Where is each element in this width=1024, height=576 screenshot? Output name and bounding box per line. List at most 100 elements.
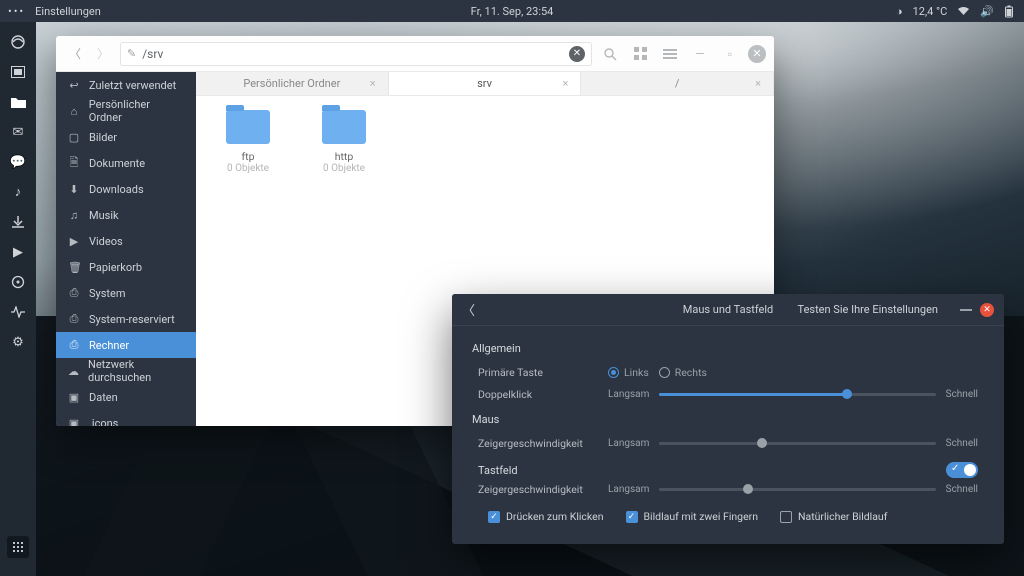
- night-icon[interactable]: ◑: [896, 5, 903, 18]
- search-icon[interactable]: [598, 42, 622, 66]
- label-primary-button: Primäre Taste: [478, 366, 608, 379]
- battery-icon[interactable]: [1004, 5, 1014, 18]
- check-tap-to-click[interactable]: ✓Drücken zum Klicken: [488, 510, 604, 523]
- sidebar-item-label: Daten: [89, 391, 118, 404]
- check-natural-scroll[interactable]: Natürlicher Bildlauf: [780, 510, 887, 523]
- sidebar-item-icon: ↩: [68, 79, 80, 92]
- temperature: 12,4 °C: [913, 5, 948, 18]
- window-maximize-icon[interactable]: ▫: [718, 42, 742, 66]
- settings-close-icon[interactable]: ✕: [980, 303, 994, 317]
- sidebar-item-icon: ▣: [68, 391, 80, 404]
- sidebar-item-9[interactable]: ⎙System-reserviert: [56, 306, 196, 332]
- sidebar-item-label: Downloads: [89, 183, 144, 196]
- check-natural-label: Natürlicher Bildlauf: [798, 510, 887, 523]
- dock-firefox-icon[interactable]: [10, 34, 26, 50]
- dock-help-icon[interactable]: [10, 274, 26, 290]
- radio-right[interactable]: Rechts: [659, 366, 707, 379]
- sidebar-item-6[interactable]: ▶Videos: [56, 228, 196, 254]
- sidebar-item-label: Rechner: [89, 339, 129, 352]
- sidebar-item-5[interactable]: ♫Musik: [56, 202, 196, 228]
- sidebar-item-7[interactable]: 🗑Papierkorb: [56, 254, 196, 280]
- tab-1[interactable]: srv×: [389, 72, 582, 95]
- folder-ftp[interactable]: ftp0 Objekte: [214, 110, 282, 174]
- check-twofinger-label: Bildlauf mit zwei Fingern: [644, 510, 758, 523]
- sidebar-item-icon: 🗎: [68, 154, 80, 173]
- check-two-finger-scroll[interactable]: ✓Bildlauf mit zwei Fingern: [626, 510, 758, 523]
- app-menu-label[interactable]: Einstellungen: [35, 5, 101, 18]
- folder-http[interactable]: http0 Objekte: [310, 110, 378, 174]
- section-mouse: Maus: [472, 413, 978, 426]
- sidebar-item-4[interactable]: ⬇Downloads: [56, 176, 196, 202]
- sidebar-item-10[interactable]: ⎙Rechner: [56, 332, 196, 358]
- slow-label: Langsam: [608, 484, 649, 495]
- wifi-icon[interactable]: [957, 6, 970, 16]
- settings-window: 〈 Maus und Tastfeld Testen Sie Ihre Eins…: [452, 294, 1004, 544]
- view-grid-icon[interactable]: [628, 42, 652, 66]
- settings-header: 〈 Maus und Tastfeld Testen Sie Ihre Eins…: [452, 294, 1004, 326]
- window-minimize-icon[interactable]: —: [688, 42, 712, 66]
- folder-icon: [226, 110, 270, 144]
- test-settings-button[interactable]: Testen Sie Ihre Einstellungen: [790, 299, 946, 320]
- settings-back-button[interactable]: 〈: [462, 300, 482, 319]
- sidebar-item-icon: ⎙: [68, 312, 80, 326]
- sidebar-item-label: System: [89, 287, 126, 300]
- sidebar-item-icon: ▶: [68, 235, 80, 248]
- section-touchpad: Tastfeld: [478, 464, 518, 477]
- tab-2[interactable]: /×: [581, 72, 774, 95]
- file-manager-sidebar: ↩ Zuletzt verwendet ⌂Persönlicher Ordner▢B…: [56, 72, 196, 426]
- volume-icon[interactable]: 🔊: [980, 5, 994, 18]
- sidebar-item-icon: 🗑: [68, 261, 80, 274]
- tab-label: Persönlicher Ordner: [243, 77, 340, 90]
- sidebar-item-11[interactable]: ☁Netzwerk durchsuchen: [56, 358, 196, 384]
- show-apps-button[interactable]: [7, 536, 29, 558]
- double-click-slider[interactable]: [659, 393, 935, 396]
- sidebar-item-3[interactable]: 🗎 Dokumente: [56, 150, 196, 176]
- dock-music-icon[interactable]: ♪: [10, 184, 26, 200]
- sidebar-item-icon: ⎙: [68, 286, 80, 300]
- settings-minimize-icon[interactable]: [960, 309, 972, 311]
- radio-left[interactable]: Links: [608, 366, 649, 379]
- tab-close-icon[interactable]: ×: [558, 77, 572, 90]
- sidebar-item-1[interactable]: ⌂Persönlicher Ordner: [56, 98, 196, 124]
- sidebar-item-icon: ♫: [68, 209, 80, 222]
- dock-activity-icon[interactable]: [10, 304, 26, 320]
- sidebar-item-icon: ⌂: [68, 105, 80, 118]
- window-close-icon[interactable]: ✕: [748, 45, 766, 63]
- check-tap-label: Drücken zum Klicken: [506, 510, 604, 523]
- sidebar-item-8[interactable]: ⎙ System: [56, 280, 196, 306]
- dock-settings-icon[interactable]: ⚙: [10, 334, 26, 350]
- label-mouse-speed: Zeigergeschwindigkeit: [478, 437, 608, 450]
- nav-back-button[interactable]: 〈: [64, 42, 86, 66]
- tab-close-icon[interactable]: ×: [751, 77, 765, 90]
- tab-0[interactable]: Persönlicher Ordner ×: [196, 72, 389, 95]
- touchpad-toggle[interactable]: ✓: [946, 462, 978, 478]
- slow-label: Langsam: [608, 438, 649, 449]
- sidebar-item-2[interactable]: ▢Bilder: [56, 124, 196, 150]
- dock-screenshot-icon[interactable]: [10, 64, 26, 80]
- sidebar-item-12[interactable]: ▣ Daten: [56, 384, 196, 410]
- touchpad-speed-slider[interactable]: [659, 488, 935, 491]
- folder-name: ftp: [214, 150, 282, 163]
- folder-name: http: [310, 150, 378, 163]
- sidebar-item-label: Zuletzt verwendet: [89, 79, 176, 92]
- mouse-speed-slider[interactable]: [659, 442, 935, 445]
- tab-close-icon[interactable]: ×: [366, 77, 380, 90]
- sidebar-item-13[interactable]: ▣.icons: [56, 410, 196, 426]
- sidebar-item-icon: ▢: [68, 131, 80, 144]
- dock-mail-icon[interactable]: ✉: [10, 124, 26, 140]
- dock-play-icon[interactable]: ▶: [10, 244, 26, 260]
- clock[interactable]: Fr, 11. Sep, 23:54: [471, 5, 554, 18]
- clear-path-button[interactable]: ✕: [569, 46, 585, 62]
- sidebar-item-label: Dokumente: [89, 157, 145, 170]
- fast-label: Schnell: [946, 389, 978, 400]
- fast-label: Schnell: [946, 484, 978, 495]
- dock-files-icon[interactable]: [10, 94, 26, 110]
- view-list-icon[interactable]: [658, 42, 682, 66]
- activities-icon[interactable]: •••: [8, 5, 25, 18]
- sidebar-item-0[interactable]: ↩ Zuletzt verwendet: [56, 72, 196, 98]
- dock-downloads-icon[interactable]: [10, 214, 26, 230]
- dock-chat-icon[interactable]: 💬: [10, 154, 26, 170]
- radio-left-label: Links: [624, 366, 649, 379]
- nav-forward-button[interactable]: 〉: [92, 42, 114, 66]
- path-bar[interactable]: ✎ /srv ✕: [120, 42, 592, 66]
